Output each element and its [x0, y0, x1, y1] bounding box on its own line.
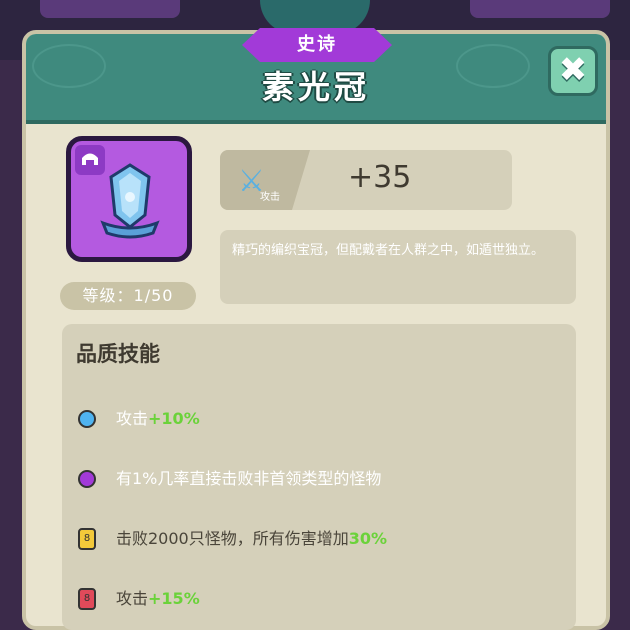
crown-icon — [100, 163, 160, 239]
yellow-lock-icon: 8 — [78, 528, 96, 550]
item-title: 素光冠 — [261, 68, 370, 106]
background-card-right — [470, 0, 610, 18]
skill-text: 攻击+15% — [116, 589, 200, 608]
background-card-left — [40, 0, 180, 18]
item-description: 精巧的编织宝冠，但配戴者在人群之中，如遁世独立。 — [220, 230, 576, 304]
blue-circle-icon — [78, 410, 96, 428]
attack-stat: ⚔ 攻击 +35 — [220, 150, 512, 210]
level-indicator: 等级：1/50 — [60, 282, 196, 310]
skill-text: 击败2000只怪物，所有伤害增加30% — [116, 529, 388, 548]
skill-text: 攻击+10% — [116, 409, 200, 428]
quality-skills-section: 品质技能 攻击+10% 有1%几率直接击败非首领类型的怪物 8 击败2000只怪… — [62, 324, 576, 630]
rarity-badge: 史诗 — [242, 28, 392, 62]
stat-label: 攻击 — [260, 192, 280, 203]
red-lock-icon: 8 — [78, 588, 96, 610]
purple-circle-icon — [78, 470, 96, 488]
skills-heading: 品质技能 — [76, 342, 160, 366]
skill-text: 有1%几率直接击败非首领类型的怪物 — [116, 469, 382, 488]
close-button[interactable]: ✖ — [548, 46, 598, 96]
item-detail-panel: 素光冠 史诗 ✖ 等级：1/50 ⚔ 攻击 +35 精巧的编织宝冠，但配戴者在人… — [22, 28, 610, 630]
stat-value: +35 — [348, 160, 412, 195]
item-icon — [66, 136, 192, 262]
